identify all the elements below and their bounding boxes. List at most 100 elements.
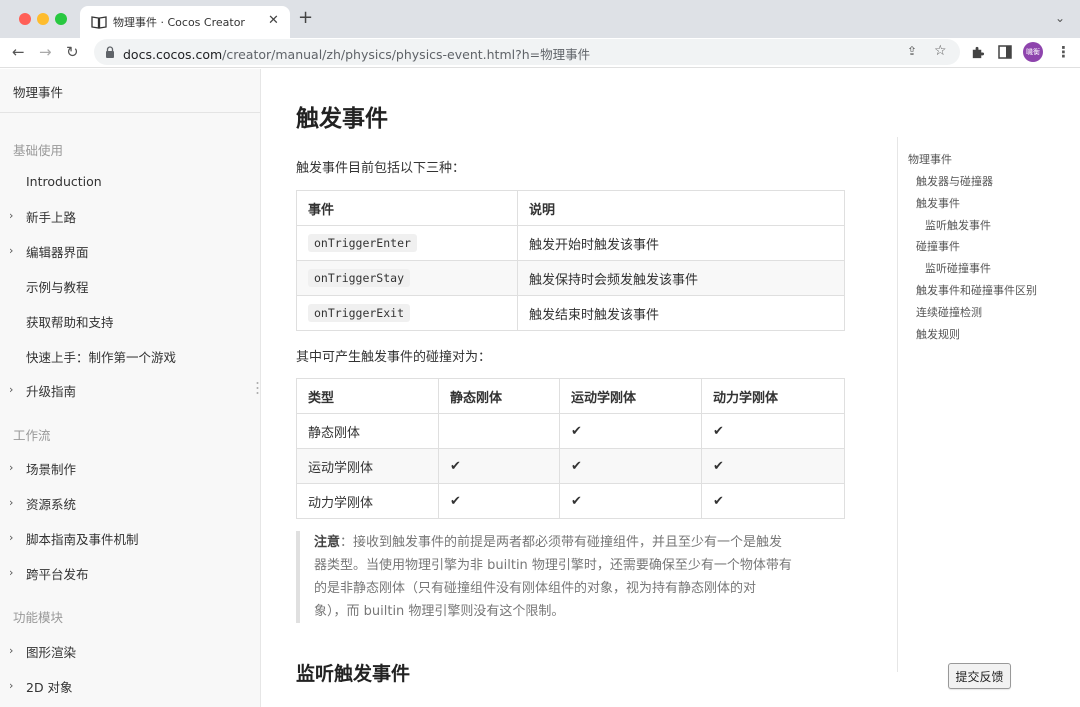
table-cell: onTriggerStay [296, 260, 518, 296]
table-row: 运动学刚体 ✔ ✔ ✔ [296, 448, 845, 484]
table-cell: ✔ [559, 413, 702, 449]
table-row: onTriggerExit 触发结束时触发该事件 [296, 295, 845, 331]
sidebar-group-label: 功能模块 [13, 610, 64, 625]
intro-paragraph: 触发事件目前包括以下三种： [296, 161, 466, 176]
table-row: 静态刚体 ✔ ✔ [296, 413, 845, 449]
chevron-right-icon[interactable]: › [9, 209, 13, 222]
table-header: 事件 [296, 190, 518, 226]
table-row: 动力学刚体 ✔ ✔ ✔ [296, 483, 845, 519]
tab-title: 物理事件 · Cocos Creator [113, 16, 245, 29]
collision-pairs-table: 类型 静态刚体 运动学刚体 动力学刚体 静态刚体 ✔ ✔ 运动学刚体 ✔ ✔ ✔… [296, 378, 845, 519]
page-title: 触发事件 [296, 106, 388, 132]
table-cell: onTriggerExit [296, 295, 518, 331]
table-cell: ✔ [701, 448, 845, 484]
pairs-paragraph: 其中可产生触发事件的碰撞对为： [296, 350, 492, 365]
bookmark-star-icon[interactable]: ☆ [934, 43, 947, 59]
close-tab-icon[interactable]: ✕ [268, 13, 279, 28]
table-row: onTriggerEnter 触发开始时触发该事件 [296, 225, 845, 261]
sidebar-item-scene[interactable]: 场景制作 [26, 459, 76, 478]
table-cell: ✔ [438, 448, 560, 484]
sidebar-group-label: 工作流 [13, 428, 51, 443]
chevron-right-icon[interactable]: › [9, 383, 13, 396]
sidebar-item-scripting[interactable]: 脚本指南及事件机制 [26, 529, 139, 548]
table-cell: 动力学刚体 [296, 483, 439, 519]
window-zoom-button[interactable] [55, 13, 67, 25]
events-table: 事件 说明 onTriggerEnter 触发开始时触发该事件 onTrigge… [296, 190, 845, 331]
chevron-down-icon[interactable]: ⌄ [1055, 11, 1065, 25]
sidebar-item-2d[interactable]: 2D 对象 [26, 677, 73, 696]
profile-avatar[interactable]: 嘰衡 [1023, 42, 1043, 62]
forward-arrow-icon[interactable]: → [39, 43, 52, 61]
table-cell: onTriggerEnter [296, 225, 518, 261]
sidebar-item-rendering[interactable]: 图形渲染 [26, 642, 76, 661]
table-cell: 触发结束时触发该事件 [517, 295, 845, 331]
table-header: 说明 [517, 190, 845, 226]
toc-item[interactable]: 触发器与碰撞器 [916, 173, 993, 189]
sidebar-item-help[interactable]: 获取帮助和支持 [26, 312, 114, 331]
sidebar-item-quick-start[interactable]: 快速上手：制作第一个游戏 [26, 347, 176, 366]
extensions-puzzle-icon[interactable] [970, 45, 985, 60]
more-menu-icon[interactable]: ⋮ [1056, 43, 1071, 61]
table-cell: 静态刚体 [296, 413, 439, 449]
browser-tab-active[interactable]: 物理事件 · Cocos Creator ✕ [80, 6, 290, 38]
toc-item[interactable]: 触发事件和碰撞事件区别 [916, 282, 1037, 298]
address-bar[interactable]: docs.cocos.com/creator/manual/zh/physics… [94, 39, 960, 65]
reload-icon[interactable]: ↻ [66, 43, 79, 61]
toc-item[interactable]: 连续碰撞检测 [916, 304, 982, 320]
sidebar-item-introduction[interactable]: Introduction [26, 174, 102, 189]
event-name-code: onTriggerEnter [308, 233, 417, 252]
chevron-right-icon[interactable]: › [9, 644, 13, 657]
sidebar-item-publish[interactable]: 跨平台发布 [26, 564, 89, 583]
sidebar-item-upgrade[interactable]: 升级指南 [26, 381, 76, 400]
window-minimize-button[interactable] [37, 13, 49, 25]
sidebar-divider [0, 112, 260, 113]
sidebar-item-examples[interactable]: 示例与教程 [26, 277, 89, 296]
sidebar-title[interactable]: 物理事件 [13, 82, 63, 101]
resize-handle-icon[interactable] [256, 381, 259, 395]
window-close-button[interactable] [19, 13, 31, 25]
table-cell: 触发保持时会频发触发该事件 [517, 260, 845, 296]
toc-item[interactable]: 监听碰撞事件 [925, 260, 991, 276]
sidebar-item-editor[interactable]: 编辑器界面 [26, 242, 89, 261]
table-cell: ✔ [559, 483, 702, 519]
browser-toolbar: ← → ↻ docs.cocos.com/creator/manual/zh/p… [0, 38, 1080, 68]
feedback-button[interactable]: 提交反馈 [948, 663, 1011, 689]
table-header: 类型 [296, 378, 439, 414]
main-content: 触发事件 触发事件目前包括以下三种： 事件 说明 onTriggerEnter … [262, 69, 896, 707]
table-header: 运动学刚体 [559, 378, 702, 414]
toc-item[interactable]: 碰撞事件 [916, 238, 960, 254]
chevron-right-icon[interactable]: › [9, 496, 13, 509]
event-name-code: onTriggerStay [308, 268, 411, 287]
toc-item[interactable]: 触发事件 [916, 195, 960, 211]
new-tab-icon[interactable]: + [298, 9, 313, 27]
toc-item[interactable]: 监听触发事件 [925, 217, 991, 233]
table-cell: ✔ [559, 448, 702, 484]
table-cell: ✔ [438, 483, 560, 519]
note-text: 注意：接收到触发事件的前提是两者都必须带有碰撞组件，并且至少有一个是触发 器类型… [314, 535, 792, 619]
note-blockquote: 注意：接收到触发事件的前提是两者都必须带有碰撞组件，并且至少有一个是触发 器类型… [296, 531, 826, 623]
toc-item[interactable]: 物理事件 [908, 151, 952, 167]
section-heading: 监听触发事件 [296, 663, 411, 685]
table-row: onTriggerStay 触发保持时会频发触发该事件 [296, 260, 845, 296]
sidebar-group-label: 基础使用 [13, 143, 64, 158]
table-header: 静态刚体 [438, 378, 560, 414]
table-cell: ✔ [701, 483, 845, 519]
table-cell: ✔ [701, 413, 845, 449]
table-cell: 触发开始时触发该事件 [517, 225, 845, 261]
table-cell: 运动学刚体 [296, 448, 439, 484]
docs-sidebar: 物理事件 基础使用 Introduction › 新手上路 › 编辑器界面 示例… [0, 69, 261, 707]
table-cell [438, 413, 560, 449]
chevron-right-icon[interactable]: › [9, 244, 13, 257]
chevron-right-icon[interactable]: › [9, 566, 13, 579]
toc-item[interactable]: 触发规则 [916, 326, 960, 342]
chevron-right-icon[interactable]: › [9, 531, 13, 544]
share-icon[interactable]: ⇪ [907, 44, 917, 58]
side-panel-icon[interactable] [998, 45, 1012, 59]
back-arrow-icon[interactable]: ← [12, 43, 25, 61]
chevron-right-icon[interactable]: › [9, 461, 13, 474]
chevron-right-icon[interactable]: › [9, 679, 13, 692]
sidebar-item-getting-started[interactable]: 新手上路 [26, 207, 76, 226]
table-header: 动力学刚体 [701, 378, 845, 414]
sidebar-item-assets[interactable]: 资源系统 [26, 494, 76, 513]
book-icon [91, 16, 107, 29]
